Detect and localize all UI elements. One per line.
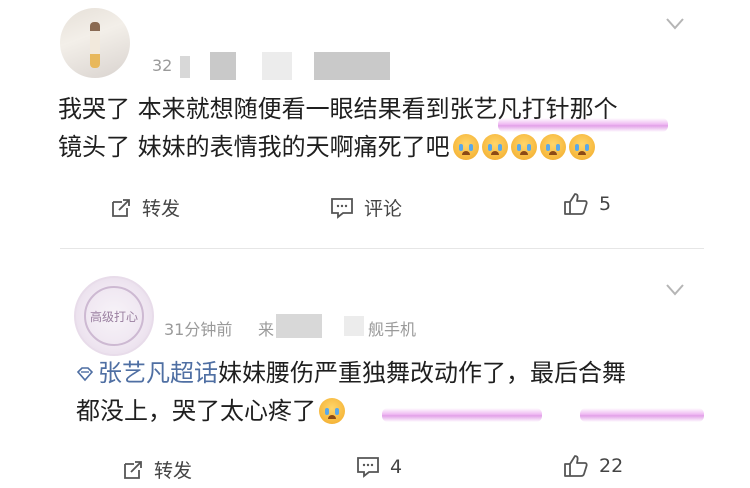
- topic-tag-link[interactable]: 张艺凡超话: [76, 359, 218, 387]
- highlight-mark: [580, 408, 704, 422]
- user-avatar[interactable]: 高级打心: [74, 276, 154, 356]
- repost-icon: [112, 198, 130, 217]
- redacted-meta: [314, 52, 390, 80]
- comment-post-2: 高级打心 31分钟前 来 舰手机 张艺凡超话妹妹腰伤严重独舞改动作了，最后合舞 …: [0, 262, 750, 488]
- crying-emoji-icon: [568, 134, 595, 160]
- crying-emoji-icon: [319, 398, 345, 424]
- comment-post-1: 32 我哭了 本来就想随便看一眼结果看到张艺凡打针那个 镜头了 妹妹的表情我的天…: [0, 0, 750, 246]
- post-content-line: 都没上，哭了太心疼了: [76, 392, 345, 431]
- redacted-meta: [210, 52, 236, 80]
- divider: [60, 248, 704, 249]
- repost-label: 转发: [142, 198, 181, 220]
- redacted-meta: [180, 56, 190, 78]
- comment-icon: [331, 197, 353, 219]
- post-content-line: 我哭了 本来就想随便看一眼结果看到张艺凡打针那个: [58, 95, 618, 123]
- user-avatar[interactable]: [60, 8, 130, 78]
- post-content-text: 都没上，哭了太心疼了: [76, 397, 316, 425]
- topic-tag-label: 张艺凡超话: [98, 359, 218, 387]
- repost-icon: [124, 460, 142, 479]
- post-meta: 32: [152, 56, 173, 75]
- thumbs-up-icon: [564, 455, 588, 477]
- crying-emoji-icon: [481, 134, 508, 160]
- crying-emoji-icon: [452, 134, 479, 160]
- avatar-logo: 高级打心: [89, 310, 138, 324]
- chevron-down-icon[interactable]: [666, 18, 684, 32]
- redacted-meta: [262, 52, 292, 80]
- highlight-mark: [382, 408, 542, 422]
- crying-emoji-icon: [510, 134, 537, 160]
- post-content-text: 妹妹腰伤严重独舞改动作了，最后合舞: [218, 359, 626, 387]
- crying-emoji-icon: [539, 134, 566, 160]
- comment-button[interactable]: 4: [356, 456, 402, 478]
- post-content-line: 张艺凡超话妹妹腰伤严重独舞改动作了，最后合舞: [76, 354, 626, 393]
- like-count: 22: [599, 455, 624, 477]
- post-source-prefix: 来: [258, 320, 275, 339]
- post-source-suffix: 舰手机: [368, 320, 417, 339]
- post-content-line: 镜头了 妹妹的表情我的天啊痛死了吧: [58, 128, 595, 167]
- post-time: 31分钟前: [164, 320, 233, 339]
- chevron-down-icon[interactable]: [666, 284, 684, 298]
- comment-count: 4: [390, 456, 403, 478]
- like-count: 5: [599, 193, 612, 215]
- repost-button[interactable]: 转发: [122, 456, 192, 483]
- thumbs-up-icon: [564, 193, 588, 215]
- like-button[interactable]: 22: [563, 454, 623, 478]
- comment-label: 评论: [364, 198, 403, 220]
- repost-label: 转发: [154, 460, 193, 482]
- comment-icon: [357, 457, 379, 478]
- redacted-meta: [276, 314, 322, 338]
- post-content-text: 镜头了 妹妹的表情我的天啊痛死了吧: [58, 133, 450, 161]
- repost-button[interactable]: 转发: [110, 194, 180, 221]
- diamond-topic-icon: [76, 367, 94, 382]
- comment-button[interactable]: 评论: [330, 194, 402, 221]
- like-button[interactable]: 5: [563, 192, 611, 216]
- redacted-meta: [344, 316, 364, 336]
